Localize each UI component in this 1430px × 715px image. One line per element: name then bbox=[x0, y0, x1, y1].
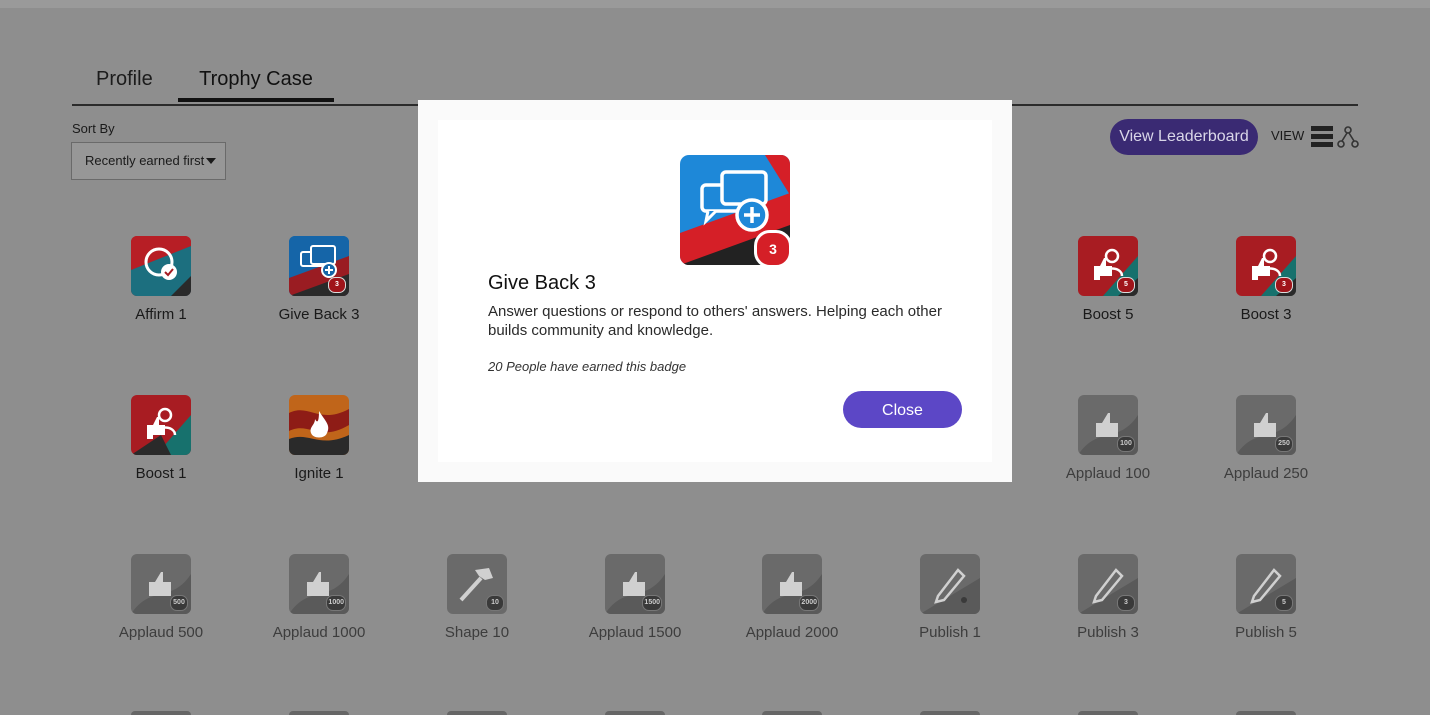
badge-card[interactable]: 5 Boost 5 bbox=[1028, 236, 1188, 323]
tab-trophy-case[interactable]: Trophy Case bbox=[178, 68, 334, 102]
view-leaderboard-button[interactable]: View Leaderboard bbox=[1110, 119, 1258, 155]
badge-name: Applaud 1000 bbox=[272, 624, 366, 641]
badge-partial bbox=[131, 711, 191, 715]
modal-title: Give Back 3 bbox=[488, 272, 596, 294]
badge-name: Applaud 1500 bbox=[588, 624, 682, 641]
boost-icon: 3 bbox=[1236, 236, 1296, 296]
modal-description: Answer questions or respond to others' a… bbox=[488, 303, 942, 339]
badge-name: Applaud 250 bbox=[1223, 465, 1309, 482]
badge-level: 1500 bbox=[642, 595, 662, 611]
sort-selected-value: Recently earned first bbox=[85, 153, 205, 168]
badge-name: Boost 5 bbox=[1082, 306, 1134, 323]
ignite-icon bbox=[289, 395, 349, 455]
badge-card[interactable]: 5 Publish 5 bbox=[1186, 554, 1346, 641]
badge-card[interactable]: 500 Applaud 500 bbox=[81, 554, 241, 641]
boost-icon bbox=[131, 395, 191, 455]
badge-name: Boost 3 bbox=[1240, 306, 1292, 323]
badge-name: Applaud 500 bbox=[118, 624, 204, 641]
badge-name: Shape 10 bbox=[444, 624, 510, 641]
chevron-down-icon bbox=[206, 158, 216, 164]
tab-profile[interactable]: Profile bbox=[96, 68, 153, 91]
hammer-icon: 10 bbox=[447, 554, 507, 614]
earned-count: 20 People have earned this badge bbox=[488, 359, 687, 374]
badge-partial bbox=[289, 711, 349, 715]
badge-card[interactable]: 1000 Applaud 1000 bbox=[239, 554, 399, 641]
badge-level: 3 bbox=[754, 230, 792, 268]
badge-card[interactable]: Ignite 1 bbox=[239, 395, 399, 482]
badge-name: Publish 3 bbox=[1077, 624, 1139, 641]
tree-view-icon[interactable] bbox=[1337, 126, 1359, 148]
view-label: VIEW bbox=[1271, 128, 1305, 143]
badge-partial bbox=[920, 711, 980, 715]
badge-card[interactable]: Affirm 1 bbox=[81, 236, 241, 323]
list-view-icon[interactable] bbox=[1311, 126, 1333, 148]
badge-partial bbox=[447, 711, 507, 715]
badge-partial bbox=[1236, 711, 1296, 715]
badge-card[interactable]: 3 Publish 3 bbox=[1028, 554, 1188, 641]
badge-partial bbox=[762, 711, 822, 715]
badge-level: 250 bbox=[1275, 436, 1293, 452]
modal-content: 3 Give Back 3 Answer questions or respon… bbox=[438, 120, 992, 462]
badge-partial bbox=[1078, 711, 1138, 715]
badge-level: 1000 bbox=[326, 595, 346, 611]
thumbs-up-icon: 2000 bbox=[762, 554, 822, 614]
sort-by-label: Sort By bbox=[72, 121, 115, 136]
badge-card[interactable]: 3 Boost 3 bbox=[1186, 236, 1346, 323]
badge-name: Applaud 2000 bbox=[745, 624, 839, 641]
pen-icon bbox=[920, 554, 980, 614]
top-strip bbox=[0, 0, 1430, 8]
badge-level: 2000 bbox=[799, 595, 819, 611]
badge-detail-modal: 3 Give Back 3 Answer questions or respon… bbox=[418, 100, 1012, 482]
badge-name: Give Back 3 bbox=[278, 306, 360, 323]
badge-card[interactable]: 100 Applaud 100 bbox=[1028, 395, 1188, 482]
thumbs-up-icon: 1500 bbox=[605, 554, 665, 614]
badge-partial bbox=[605, 711, 665, 715]
boost-icon: 5 bbox=[1078, 236, 1138, 296]
badge-level: 5 bbox=[1275, 595, 1293, 611]
thumbs-up-icon: 1000 bbox=[289, 554, 349, 614]
badge-level: 5 bbox=[1117, 277, 1135, 293]
badge-name: Affirm 1 bbox=[135, 306, 187, 323]
badge-card[interactable]: Boost 1 bbox=[81, 395, 241, 482]
badge-name: Applaud 100 bbox=[1065, 465, 1151, 482]
pen-icon: 3 bbox=[1078, 554, 1138, 614]
affirm-icon bbox=[131, 236, 191, 296]
badge-level: 3 bbox=[328, 277, 346, 293]
badge-name: Ignite 1 bbox=[294, 465, 344, 482]
badge-level: 500 bbox=[170, 595, 188, 611]
badge-card[interactable]: 250 Applaud 250 bbox=[1186, 395, 1346, 482]
thumbs-up-icon: 100 bbox=[1078, 395, 1138, 455]
badge-level: 3 bbox=[1275, 277, 1293, 293]
thumbs-up-icon: 250 bbox=[1236, 395, 1296, 455]
sort-select[interactable]: Recently earned first bbox=[71, 142, 226, 180]
give-back-icon: 3 bbox=[289, 236, 349, 296]
close-button[interactable]: Close bbox=[843, 391, 962, 428]
badge-card[interactable]: 3 Give Back 3 bbox=[239, 236, 399, 323]
badge-card[interactable]: Publish 1 bbox=[870, 554, 1030, 641]
badge-level: 10 bbox=[486, 595, 504, 611]
badge-name: Boost 1 bbox=[135, 465, 187, 482]
badge-level: 3 bbox=[1117, 595, 1135, 611]
thumbs-up-icon: 500 bbox=[131, 554, 191, 614]
badge-card[interactable]: 10 Shape 10 bbox=[397, 554, 557, 641]
badge-level: 100 bbox=[1117, 436, 1135, 452]
trophy-case-page: Profile Trophy Case Sort By Recently ear… bbox=[0, 0, 1430, 715]
badge-name: Publish 5 bbox=[1235, 624, 1297, 641]
badge-card[interactable]: 1500 Applaud 1500 bbox=[555, 554, 715, 641]
badge-name: Publish 1 bbox=[919, 624, 981, 641]
pen-icon: 5 bbox=[1236, 554, 1296, 614]
badge-card[interactable]: 2000 Applaud 2000 bbox=[712, 554, 872, 641]
